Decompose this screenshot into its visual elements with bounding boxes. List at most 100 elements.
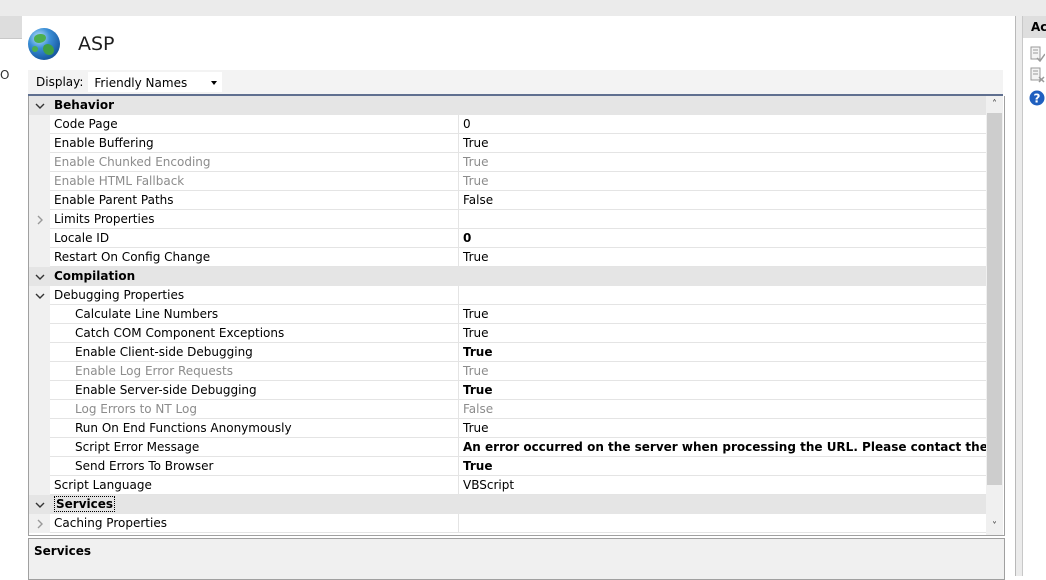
row-gutter (29, 514, 50, 533)
vertical-scrollbar[interactable]: ˄ ˅ (986, 96, 1003, 535)
property-row[interactable]: Script Language VBScript (29, 476, 986, 495)
property-value[interactable]: True (459, 381, 986, 400)
property-row[interactable]: Enable Chunked Encoding True (29, 153, 986, 172)
property-value[interactable]: True (459, 153, 986, 172)
row-gutter (29, 324, 50, 343)
property-name: Send Errors To Browser (50, 457, 459, 476)
property-row[interactable]: Caching Properties (29, 514, 986, 533)
row-gutter (29, 267, 50, 286)
property-row[interactable]: Enable Buffering True (29, 134, 986, 153)
row-gutter (29, 248, 50, 267)
property-row[interactable]: Enable HTML Fallback True (29, 172, 986, 191)
property-value[interactable] (459, 514, 986, 533)
property-name: Enable Client-side Debugging (50, 343, 459, 362)
property-value[interactable]: False (459, 400, 986, 419)
property-name: Calculate Line Numbers (50, 305, 459, 324)
actions-header: Ac (1023, 16, 1046, 38)
apply-icon[interactable] (1029, 46, 1045, 62)
property-value[interactable]: 0 (459, 229, 986, 248)
scrollbar-thumb[interactable] (987, 113, 1002, 485)
property-row[interactable]: Log Errors to NT Log False (29, 400, 986, 419)
row-gutter (29, 229, 50, 248)
feature-pane: ASP Display: Friendly Names Behavior Code… (22, 16, 1016, 580)
property-row[interactable]: Locale ID 0 (29, 229, 986, 248)
description-panel: Services (28, 538, 1005, 580)
feature-header: ASP (28, 26, 115, 62)
property-row[interactable]: Restart On Config Change True (29, 248, 986, 267)
property-value[interactable]: True (459, 343, 986, 362)
row-gutter (29, 172, 50, 191)
property-value[interactable] (459, 210, 986, 229)
scroll-up-icon[interactable]: ˄ (986, 96, 1003, 113)
display-select[interactable]: Friendly Names (87, 71, 224, 93)
chevron-right-icon[interactable] (35, 215, 45, 225)
property-value[interactable]: True (459, 248, 986, 267)
property-value[interactable] (459, 286, 986, 305)
property-value[interactable]: True (459, 134, 986, 153)
property-name: Catch COM Component Exceptions (50, 324, 459, 343)
row-gutter (29, 115, 50, 134)
property-value[interactable]: True (459, 172, 986, 191)
property-name: Enable Buffering (50, 134, 459, 153)
property-row[interactable]: Enable Parent Paths False (29, 191, 986, 210)
category-row[interactable]: Behavior (29, 96, 986, 115)
page-title: ASP (78, 33, 115, 55)
chevron-right-icon[interactable] (35, 519, 45, 529)
property-row[interactable]: Code Page 0 (29, 115, 986, 134)
property-row[interactable]: Debugging Properties (29, 286, 986, 305)
property-value[interactable]: True (459, 362, 986, 381)
actions-pane: Ac ? (1022, 16, 1046, 576)
property-name: Locale ID (50, 229, 459, 248)
chevron-down-icon[interactable] (35, 500, 45, 510)
property-row[interactable]: Run On End Functions Anonymously True (29, 419, 986, 438)
property-name: Run On End Functions Anonymously (50, 419, 459, 438)
property-grid-rows: Behavior Code Page 0 Enable Buffering True En… (29, 96, 986, 533)
connections-tab[interactable] (0, 16, 22, 39)
chevron-down-icon[interactable] (35, 101, 45, 111)
connections-pane: O (0, 16, 23, 576)
row-gutter (29, 362, 50, 381)
property-value[interactable]: 0 (459, 115, 986, 134)
row-gutter (29, 210, 50, 229)
property-row[interactable]: Enable Server-side Debugging True (29, 381, 986, 400)
row-gutter (29, 476, 50, 495)
property-name: Enable Server-side Debugging (50, 381, 459, 400)
chevron-down-icon[interactable] (35, 291, 45, 301)
chevron-down-icon[interactable] (35, 272, 45, 282)
display-label: Display: (36, 75, 84, 89)
property-row[interactable]: Enable Client-side Debugging True (29, 343, 986, 362)
category-label: Compilation (54, 269, 136, 283)
property-row[interactable]: Enable Log Error Requests True (29, 362, 986, 381)
category-row[interactable]: Compilation (29, 267, 986, 286)
property-value[interactable]: True (459, 419, 986, 438)
chevron-down-icon (211, 81, 218, 85)
row-gutter (29, 343, 50, 362)
display-toolbar: Display: Friendly Names (28, 70, 1003, 96)
property-value[interactable]: An error occurred on the server when pro… (459, 438, 986, 457)
property-value[interactable]: True (459, 457, 986, 476)
help-icon[interactable]: ? (1029, 90, 1045, 106)
property-row[interactable]: Script Error Message An error occurred on… (29, 438, 986, 457)
property-name: Script Error Message (50, 438, 459, 457)
property-name: Log Errors to NT Log (50, 400, 459, 419)
property-value[interactable]: VBScript (459, 476, 986, 495)
property-row[interactable]: Calculate Line Numbers True (29, 305, 986, 324)
connections-tree-fragment[interactable]: O (0, 68, 9, 82)
row-gutter (29, 381, 50, 400)
property-row[interactable]: Send Errors To Browser True (29, 457, 986, 476)
category-row[interactable]: Services (29, 495, 986, 514)
property-grid: Behavior Code Page 0 Enable Buffering True En… (28, 96, 1005, 536)
property-value[interactable]: True (459, 324, 986, 343)
row-gutter (29, 438, 50, 457)
category-label: Services (54, 496, 116, 512)
row-gutter (29, 457, 50, 476)
property-row[interactable]: Limits Properties (29, 210, 986, 229)
cancel-icon[interactable] (1029, 67, 1045, 83)
property-row[interactable]: Catch COM Component Exceptions True (29, 324, 986, 343)
property-value[interactable]: True (459, 305, 986, 324)
property-name: Limits Properties (50, 210, 459, 229)
svg-text:?: ? (1034, 92, 1041, 106)
scroll-down-icon[interactable]: ˅ (986, 518, 1003, 535)
property-value[interactable]: False (459, 191, 986, 210)
globe-icon (28, 28, 60, 60)
